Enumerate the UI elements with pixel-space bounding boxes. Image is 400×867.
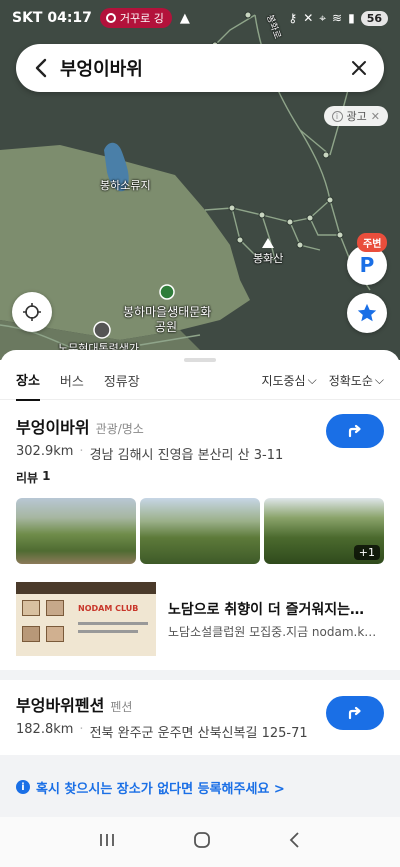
filter-group: 지도중심 ⌵ 정확도순 ⌵ — [261, 372, 384, 389]
recording-label: 거꾸로 깅 — [119, 12, 164, 25]
ad-title: 노담으로 취향이 더 즐거워지는… — [168, 601, 365, 618]
ad-card[interactable]: NODAM CLUB 노담으로 취향이 더 즐거워지는… 노담소설클럽원 모집중… — [0, 582, 400, 656]
result-address: 전북 완주군 운주면 산북신복길 125-71 — [89, 726, 308, 741]
tab-stops[interactable]: 정류장 — [104, 361, 140, 400]
mute-icon: ✕ — [303, 11, 314, 25]
review-count: 1 — [42, 469, 51, 483]
ad-description: 노담소설클럽원 모집중.지금 nodam.k… — [168, 624, 377, 639]
map-label-park-line2: 공원 — [155, 320, 178, 334]
recording-indicator[interactable]: 거꾸로 깅 — [99, 8, 172, 28]
result-address-row: 182.8km · 전북 완주군 운주면 산북신복길 125-71 — [16, 722, 384, 741]
ad-badge[interactable]: i 광고 ✕ — [323, 106, 388, 126]
tab-bus[interactable]: 버스 — [60, 361, 84, 400]
ad-badge-label: 광고 — [346, 110, 367, 123]
filter-map-center[interactable]: 지도중심 ⌵ — [261, 372, 316, 389]
recent-apps-icon — [100, 834, 114, 846]
separator-dot: · — [79, 444, 84, 459]
chevron-down-icon: ⌵ — [307, 373, 317, 387]
results-sheet: 장소 버스 정류장 지도중심 ⌵ 정확도순 ⌵ 부엉이바위 관광/명소 302.… — [0, 350, 400, 817]
key-icon: ⚷ — [288, 11, 298, 25]
ad-text: 노담으로 취향이 더 즐거워지는… 노담소설클럽원 모집중.지금 nodam.k… — [168, 599, 384, 640]
map-label-reservoir[interactable]: 봉하소류지 — [100, 177, 151, 193]
current-location-button[interactable] — [12, 292, 52, 332]
directions-arrow-icon — [348, 706, 361, 720]
result-item[interactable]: 부엉이바위 관광/명소 302.9km · 경남 김해시 진영읍 본산리 산 3… — [0, 400, 400, 486]
result-review[interactable]: 리뷰 1 — [16, 469, 384, 486]
back-arrow-icon[interactable] — [30, 57, 52, 79]
register-place-label: 혹시 찾으시는 장소가 없다면 등록해주세요 > — [36, 781, 285, 797]
photo-strip: +1 — [0, 486, 400, 564]
chevron-down-icon: ⌵ — [374, 373, 384, 387]
star-icon — [357, 303, 377, 322]
ad-close-icon[interactable]: ✕ — [371, 110, 380, 123]
filter-sort-label: 정확도순 — [328, 374, 373, 388]
filter-sort[interactable]: 정확도순 ⌵ — [329, 372, 384, 389]
back-button[interactable] — [288, 831, 302, 853]
location-icon: ⌖ — [319, 10, 327, 25]
directions-button[interactable] — [326, 696, 384, 730]
result-distance: 182.8km — [16, 722, 74, 737]
back-icon — [289, 832, 299, 848]
result-photo[interactable] — [16, 498, 136, 564]
result-address-row: 302.9km · 경남 김해시 진영읍 본산리 산 3-11 — [16, 444, 384, 463]
triangle-icon: ▲ — [179, 10, 190, 26]
recent-apps-button[interactable] — [98, 832, 116, 852]
tab-bar: 장소 버스 정류장 지도중심 ⌵ 정확도순 ⌵ — [0, 360, 400, 401]
status-bar: SKT 04:17 거꾸로 깅 ▲ ⚷ ✕ ⌖ ≋ ▮ 56 — [0, 0, 400, 36]
directions-button[interactable] — [326, 414, 384, 448]
result-category: 펜션 — [110, 700, 133, 714]
home-button[interactable] — [192, 830, 212, 854]
info-icon: i — [16, 780, 30, 794]
parking-icon: P — [359, 253, 375, 277]
ad-banner-image: NODAM CLUB — [16, 582, 156, 656]
tab-places[interactable]: 장소 — [16, 360, 40, 401]
result-name[interactable]: 부엉바위펜션 — [16, 692, 104, 716]
result-name[interactable]: 부엉이바위 — [16, 414, 90, 438]
status-time: SKT 04:17 — [12, 10, 92, 26]
info-icon: i — [331, 110, 343, 122]
map-label-mountain[interactable]: 봉화산 — [253, 250, 283, 266]
result-photo[interactable] — [140, 498, 260, 564]
search-bar — [16, 44, 384, 92]
directions-arrow-icon — [348, 424, 361, 438]
register-place-link[interactable]: i 혹시 찾으시는 장소가 없다면 등록해주세요 > — [0, 755, 400, 817]
result-photo[interactable]: +1 — [264, 498, 384, 564]
result-address: 경남 김해시 진영읍 본산리 산 3-11 — [89, 448, 284, 463]
review-label: 리뷰 — [16, 471, 39, 485]
wifi-icon: ≋ — [332, 11, 343, 25]
section-divider — [0, 670, 400, 680]
result-category: 관광/명소 — [95, 422, 144, 436]
separator-dot: · — [79, 722, 84, 737]
crosshair-icon — [23, 303, 41, 321]
search-input[interactable] — [60, 57, 348, 79]
photo-more-count: +1 — [353, 545, 380, 560]
status-icons: ⚷ ✕ ⌖ ≋ ▮ 56 — [288, 10, 388, 26]
filter-map-center-label: 지도중심 — [261, 374, 306, 388]
ad-banner-logo: NODAM CLUB — [78, 604, 139, 613]
home-icon — [194, 832, 210, 848]
result-distance: 302.9km — [16, 444, 74, 459]
favorites-button[interactable] — [347, 293, 387, 333]
result-item[interactable]: 부엉바위펜션 펜션 182.8km · 전북 완주군 운주면 산북신복길 125… — [0, 680, 400, 755]
nearby-badge: 주변 — [357, 233, 388, 252]
signal-icon: ▮ — [348, 11, 355, 25]
battery-indicator: 56 — [360, 10, 388, 26]
system-nav-bar — [0, 817, 400, 867]
close-icon[interactable] — [348, 57, 370, 79]
record-icon — [105, 13, 116, 23]
